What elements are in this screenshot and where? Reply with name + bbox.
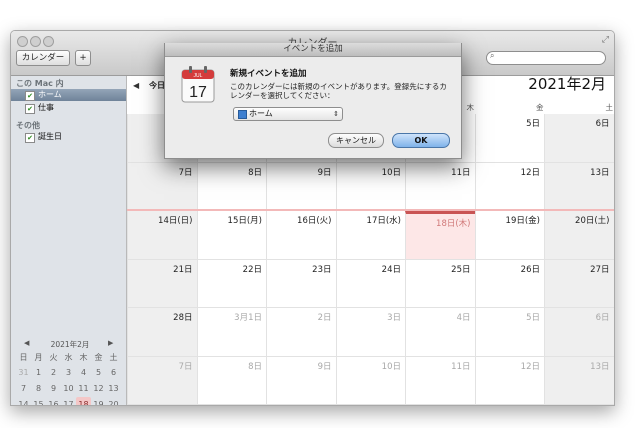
- fullscreen-icon[interactable]: ⤢: [602, 35, 609, 45]
- day-cell[interactable]: 7日: [127, 162, 197, 211]
- calendar-app-icon: JUL 17: [181, 66, 215, 103]
- day-cell[interactable]: 28日: [127, 308, 197, 357]
- day-cell[interactable]: 2日: [266, 308, 336, 357]
- checkbox-home[interactable]: ✔: [25, 91, 35, 101]
- svg-text:17: 17: [189, 84, 207, 101]
- svg-text:JUL: JUL: [194, 73, 203, 79]
- dialog-title: イベントを追加: [165, 43, 461, 57]
- mini-day[interactable]: 14: [16, 397, 31, 405]
- search-icon: ⌕: [490, 51, 495, 60]
- mini-day[interactable]: 19: [91, 397, 106, 405]
- day-cell[interactable]: 6日: [544, 308, 614, 357]
- mini-weekday: 木: [79, 353, 88, 362]
- dialog-heading: 新規イベントを追加: [230, 69, 307, 79]
- mini-day[interactable]: 11: [76, 381, 91, 396]
- ok-button[interactable]: OK: [392, 133, 450, 148]
- day-cell[interactable]: 20日(土): [544, 211, 614, 260]
- day-cell[interactable]: 14日(日): [127, 211, 197, 260]
- day-cell[interactable]: 25日: [405, 259, 475, 308]
- mini-day[interactable]: 6: [106, 365, 121, 380]
- day-cell[interactable]: 13日: [544, 356, 614, 405]
- month-title: 2021年2月: [528, 75, 606, 93]
- day-cell[interactable]: 21日: [127, 259, 197, 308]
- mini-day[interactable]: 13: [106, 381, 121, 396]
- sidebar-item-work[interactable]: ✔ 仕事: [11, 102, 126, 114]
- mini-day[interactable]: 1: [31, 365, 46, 380]
- day-cell[interactable]: 24日: [335, 259, 405, 308]
- mini-day[interactable]: 4: [76, 365, 91, 380]
- day-cell[interactable]: 3日: [335, 308, 405, 357]
- dialog-message: このカレンダーには新規のイベントがあります。登録先にするカレンダーを選択してくだ…: [230, 82, 447, 100]
- calendar-color-swatch: [238, 110, 247, 119]
- mini-day[interactable]: 7: [16, 381, 31, 396]
- calendars-button[interactable]: カレンダー: [16, 50, 70, 66]
- day-cell[interactable]: 10日: [335, 356, 405, 405]
- day-cell[interactable]: 3月1日: [196, 308, 266, 357]
- add-event-button[interactable]: +: [75, 50, 91, 66]
- day-cell[interactable]: 10日: [335, 162, 405, 211]
- mini-weekday: 金: [94, 353, 103, 362]
- mini-day[interactable]: 3: [61, 365, 76, 380]
- cancel-button[interactable]: キャンセル: [328, 133, 384, 148]
- day-cell[interactable]: 9日: [266, 162, 336, 211]
- mini-day[interactable]: 8: [31, 381, 46, 396]
- add-event-dialog: イベントを追加 JUL 17 新規イベントを追加 このカレンダーには新規のイベン…: [164, 43, 462, 159]
- weekday-label: 金: [536, 103, 544, 112]
- current-week-band: [127, 209, 614, 211]
- day-cell[interactable]: 11日: [405, 356, 475, 405]
- mini-next-button[interactable]: ▶: [108, 339, 113, 347]
- day-cell[interactable]: 13日: [544, 162, 614, 211]
- day-cell[interactable]: 8日: [196, 162, 266, 211]
- day-cell[interactable]: 15日(月): [196, 211, 266, 260]
- day-cell[interactable]: 12日: [474, 356, 544, 405]
- mini-day[interactable]: 2: [46, 365, 61, 380]
- sidebar: この Mac 内 ✔ ホーム ✔ 仕事 その他 ✔ 誕生日 ◀ 2021年2月 …: [11, 76, 127, 405]
- checkbox-work[interactable]: ✔: [25, 104, 35, 114]
- calendar-select[interactable]: ホーム ⇕: [233, 107, 343, 121]
- sidebar-item-birthdays[interactable]: ✔ 誕生日: [11, 131, 126, 143]
- mini-weekday: 火: [49, 353, 58, 362]
- day-cell[interactable]: 16日(火): [266, 211, 336, 260]
- mini-day[interactable]: 10: [61, 381, 76, 396]
- today-button[interactable]: 今日: [149, 80, 165, 91]
- day-cell[interactable]: 26日: [474, 259, 544, 308]
- day-cell[interactable]: 4日: [405, 308, 475, 357]
- prev-month-button[interactable]: ◀: [133, 81, 139, 90]
- sidebar-section-mac: この Mac 内: [16, 79, 64, 88]
- day-cell[interactable]: 11日: [405, 162, 475, 211]
- day-cell[interactable]: 5日: [474, 114, 544, 163]
- mini-day[interactable]: 15: [31, 397, 46, 405]
- calendar-select-value: ホーム: [249, 109, 273, 118]
- mini-day[interactable]: 31: [16, 365, 31, 380]
- mini-day[interactable]: 16: [46, 397, 61, 405]
- day-cell[interactable]: 8日: [196, 356, 266, 405]
- sidebar-item-home[interactable]: ✔ ホーム: [11, 89, 126, 101]
- checkbox-birthdays[interactable]: ✔: [25, 133, 35, 143]
- weekday-label: 土: [605, 103, 614, 112]
- mini-weekday: 日: [19, 353, 28, 362]
- mini-weekday: 土: [109, 353, 118, 362]
- day-cell[interactable]: 9日: [266, 356, 336, 405]
- mini-day[interactable]: 12: [91, 381, 106, 396]
- mini-weekday: 月: [34, 353, 43, 362]
- mini-day[interactable]: 18: [76, 397, 91, 405]
- day-cell[interactable]: 7日: [127, 356, 197, 405]
- day-cell[interactable]: 23日: [266, 259, 336, 308]
- day-cell-today[interactable]: 18日(木): [405, 211, 475, 260]
- mini-day[interactable]: 20: [106, 397, 121, 405]
- mini-day[interactable]: 17: [61, 397, 76, 405]
- chevron-updown-icon: ⇕: [333, 110, 339, 118]
- day-cell[interactable]: 17日(水): [335, 211, 405, 260]
- mini-day[interactable]: 9: [46, 381, 61, 396]
- day-cell[interactable]: 12日: [474, 162, 544, 211]
- sidebar-section-other: その他: [16, 121, 40, 130]
- day-cell[interactable]: 27日: [544, 259, 614, 308]
- day-cell[interactable]: 19日(金): [474, 211, 544, 260]
- day-cell[interactable]: 22日: [196, 259, 266, 308]
- search-input[interactable]: ⌕: [486, 51, 606, 65]
- mini-day[interactable]: 5: [91, 365, 106, 380]
- mini-weekday: 水: [64, 353, 73, 362]
- day-cell[interactable]: 5日: [474, 308, 544, 357]
- day-cell[interactable]: 6日: [544, 114, 614, 163]
